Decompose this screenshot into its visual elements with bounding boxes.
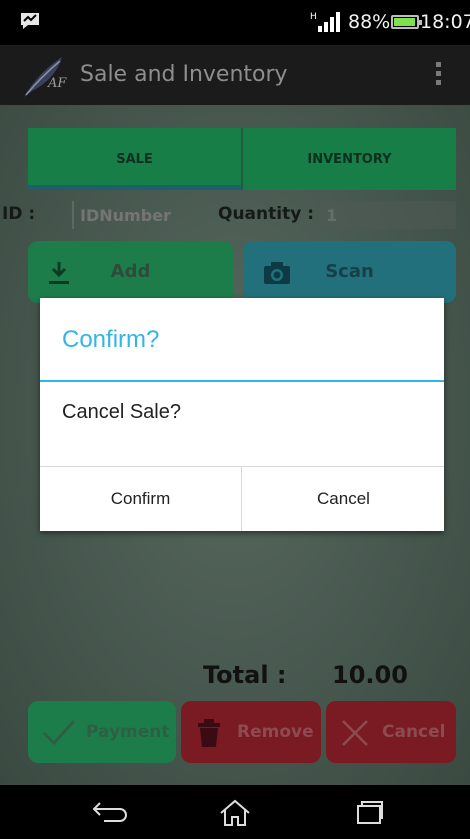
dialog-title-divider	[40, 380, 444, 382]
overflow-menu-icon[interactable]	[436, 62, 442, 90]
status-bar: H 88% 18:07	[0, 0, 470, 45]
remove-button[interactable]: Remove	[181, 701, 321, 763]
close-icon	[342, 720, 368, 746]
clock: 18:07	[420, 11, 470, 33]
add-button[interactable]: Add	[28, 241, 233, 303]
cancel-sale-button[interactable]: Cancel	[326, 701, 456, 763]
cancel-label: Cancel	[382, 722, 446, 742]
confirm-dialog: Confirm? Cancel Sale? Confirm Cancel	[40, 298, 444, 531]
dialog-title: Confirm?	[62, 326, 160, 353]
back-icon[interactable]	[92, 799, 128, 823]
total-label: Total :	[203, 661, 287, 689]
navigation-bar	[0, 785, 470, 839]
trash-icon	[198, 719, 220, 747]
home-icon[interactable]	[218, 799, 252, 827]
scan-button[interactable]: Scan	[243, 241, 456, 303]
dialog-cancel-button[interactable]: Cancel	[243, 467, 444, 531]
notification-icon	[21, 13, 39, 29]
quantity-input[interactable]	[320, 201, 456, 229]
id-input[interactable]	[72, 201, 212, 229]
entry-row: ID : Quantity :	[0, 201, 470, 231]
quantity-label: Quantity :	[218, 204, 315, 224]
dialog-message: Cancel Sale?	[62, 401, 181, 423]
svg-text:AF: AF	[47, 76, 67, 91]
feather-logo-icon: AF	[24, 57, 67, 97]
tab-bar: SALE INVENTORY	[28, 128, 456, 190]
remove-label: Remove	[237, 722, 314, 742]
checkmark-icon	[42, 719, 76, 746]
recent-apps-icon[interactable]	[355, 799, 385, 825]
total-value: 10.00	[332, 661, 408, 689]
total-row: Total : 10.00	[0, 655, 470, 695]
battery-percent: 88%	[348, 11, 391, 33]
tab-inventory[interactable]: INVENTORY	[241, 128, 456, 190]
svg-text:H: H	[310, 12, 317, 22]
tab-sale[interactable]: SALE	[28, 128, 241, 190]
app-title: Sale and Inventory	[80, 62, 288, 87]
payment-button[interactable]: Payment	[28, 701, 176, 763]
app-bar: AF Sale and Inventory	[0, 45, 470, 105]
battery-icon	[391, 15, 422, 29]
payment-label: Payment	[86, 722, 170, 742]
id-label: ID :	[2, 204, 36, 224]
scan-label: Scan	[325, 261, 374, 282]
dialog-confirm-button[interactable]: Confirm	[40, 467, 241, 531]
dialog-button-separator	[241, 467, 242, 531]
signal-icon: H	[310, 12, 340, 32]
add-label: Add	[110, 261, 151, 282]
